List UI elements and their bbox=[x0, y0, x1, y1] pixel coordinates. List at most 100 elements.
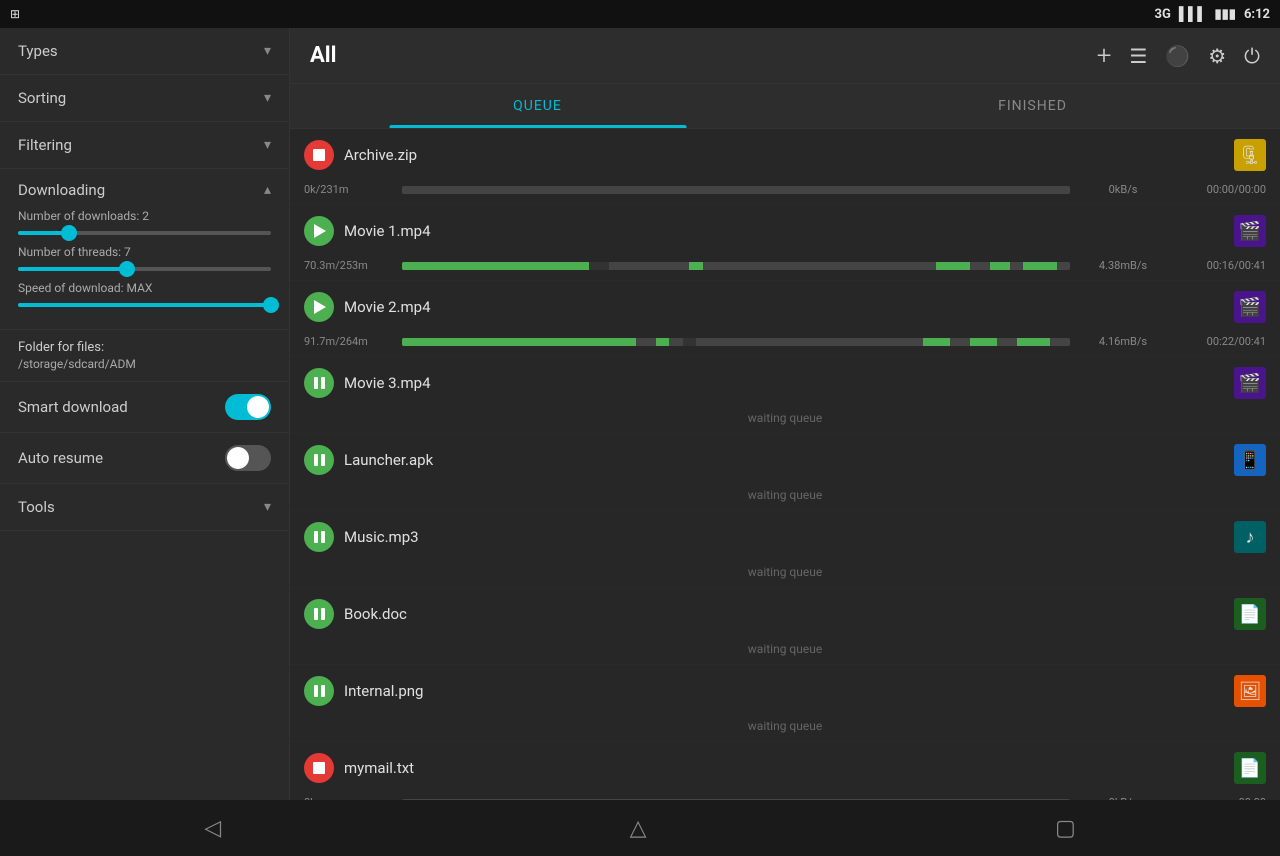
sidebar-item-sorting[interactable]: Sorting ▾ bbox=[0, 75, 289, 122]
pause-bar bbox=[321, 377, 325, 389]
download-list: Archive.zip 🗜 0k/231m 0kB/s 00:00/00:00 … bbox=[290, 129, 1280, 800]
speed-slider[interactable] bbox=[18, 303, 271, 307]
play-button[interactable] bbox=[304, 216, 334, 246]
progress-speed: 0kB/s bbox=[1078, 796, 1168, 800]
status-bar: ⊞ 3G ▌▌▌ ▮▮▮ 6:12 bbox=[0, 0, 1280, 28]
pause-icon bbox=[314, 377, 325, 389]
num-threads-slider[interactable] bbox=[18, 267, 271, 271]
pause-bar bbox=[314, 454, 318, 466]
pause-button[interactable] bbox=[304, 522, 334, 552]
smart-download-row: Smart download bbox=[0, 382, 289, 433]
download-filename: Music.mp3 bbox=[344, 528, 1224, 546]
pause-bar bbox=[321, 608, 325, 620]
add-button[interactable]: + bbox=[1097, 41, 1112, 71]
chevron-up-icon: ▴ bbox=[264, 182, 271, 198]
sidebar-item-downloading: Downloading ▴ Number of downloads: 2 Num… bbox=[0, 169, 289, 330]
file-type-icon: 📄 bbox=[1234, 752, 1266, 784]
progress-row: 91.7m/264m 4.16mB/s 00:22/00:41 bbox=[290, 333, 1280, 356]
pause-button[interactable] bbox=[304, 368, 334, 398]
download-filename: Internal.png bbox=[344, 682, 1224, 700]
pause-icon bbox=[314, 454, 325, 466]
pause-bar bbox=[314, 608, 318, 620]
download-header: Music.mp3 ♪ bbox=[290, 511, 1280, 563]
power-icon[interactable]: ⏻ bbox=[1244, 44, 1260, 68]
folder-path: /storage/sdcard/ADM bbox=[18, 357, 271, 371]
pause-button[interactable] bbox=[304, 676, 334, 706]
file-type-icon: ♪ bbox=[1234, 521, 1266, 553]
status-left: ⊞ bbox=[10, 7, 20, 21]
play-button[interactable] bbox=[304, 292, 334, 322]
progress-speed: 4.38mB/s bbox=[1078, 259, 1168, 272]
progress-size: 0k bbox=[304, 796, 394, 800]
play-icon bbox=[314, 300, 326, 314]
waiting-status: waiting queue bbox=[290, 563, 1280, 587]
nav-bar: ◁ △ ▢ bbox=[0, 800, 1280, 856]
progress-time: 00:00 bbox=[1176, 796, 1266, 800]
sidebar-item-tools[interactable]: Tools ▾ bbox=[0, 484, 289, 531]
num-threads-thumb[interactable] bbox=[119, 261, 135, 277]
clock: 6:12 bbox=[1244, 7, 1270, 22]
speed-thumb[interactable] bbox=[263, 297, 279, 313]
progress-time: 00:22/00:41 bbox=[1176, 335, 1266, 348]
toolbar-actions: + ☰ ⚫ ⚙ ⏻ bbox=[1097, 41, 1260, 71]
downloading-header[interactable]: Downloading ▴ bbox=[18, 181, 271, 199]
list-item: Music.mp3 ♪ waiting queue bbox=[290, 511, 1280, 588]
chevron-down-icon: ▾ bbox=[264, 43, 271, 59]
download-header: Book.doc 📄 bbox=[290, 588, 1280, 640]
tabs: QUEUE FINISHED bbox=[290, 84, 1280, 129]
file-type-icon: 🗜 bbox=[1234, 139, 1266, 171]
progress-size: 91.7m/264m bbox=[304, 335, 394, 348]
pause-icon bbox=[314, 608, 325, 620]
auto-resume-knob bbox=[227, 447, 249, 469]
waiting-status: waiting queue bbox=[290, 640, 1280, 664]
pause-button[interactable] bbox=[304, 599, 334, 629]
file-type-icon: 🎬 bbox=[1234, 215, 1266, 247]
toolbar: All + ☰ ⚫ ⚙ ⏻ bbox=[290, 28, 1280, 84]
auto-resume-toggle[interactable] bbox=[225, 445, 271, 471]
globe-icon[interactable]: ⚫ bbox=[1165, 44, 1190, 68]
download-header: Movie 1.mp4 🎬 bbox=[290, 205, 1280, 257]
home-button[interactable]: △ bbox=[630, 816, 647, 841]
smart-download-toggle[interactable] bbox=[225, 394, 271, 420]
pause-button[interactable] bbox=[304, 445, 334, 475]
num-downloads-thumb[interactable] bbox=[61, 225, 77, 241]
settings-icon[interactable]: ⚙ bbox=[1208, 44, 1226, 68]
num-downloads-label: Number of downloads: 2 bbox=[18, 209, 271, 223]
types-label: Types bbox=[18, 42, 58, 60]
download-filename: Movie 3.mp4 bbox=[344, 374, 1224, 392]
progress-row: 0k/231m 0kB/s 00:00/00:00 bbox=[290, 181, 1280, 204]
download-filename: Movie 1.mp4 bbox=[344, 222, 1224, 240]
status-right: 3G ▌▌▌ ▮▮▮ 6:12 bbox=[1155, 6, 1270, 22]
progress-time: 00:16/00:41 bbox=[1176, 259, 1266, 272]
sidebar-item-filtering[interactable]: Filtering ▾ bbox=[0, 122, 289, 169]
tab-queue[interactable]: QUEUE bbox=[290, 84, 785, 128]
file-type-icon: 🖼 bbox=[1234, 675, 1266, 707]
num-downloads-slider[interactable] bbox=[18, 231, 271, 235]
num-threads-setting: Number of threads: 7 bbox=[18, 245, 271, 271]
smart-download-label: Smart download bbox=[18, 398, 128, 416]
download-filename: Book.doc bbox=[344, 605, 1224, 623]
pause-icon bbox=[314, 685, 325, 697]
tools-label: Tools bbox=[18, 498, 55, 516]
progress-time: 00:00/00:00 bbox=[1176, 183, 1266, 196]
progress-row: 70.3m/253m 4.38mB/s 00:16/00:41 bbox=[290, 257, 1280, 280]
sidebar-item-types[interactable]: Types ▾ bbox=[0, 28, 289, 75]
list-item: Movie 1.mp4 🎬 70.3m/253m 4.38mB/s 00:16/… bbox=[290, 205, 1280, 281]
file-type-icon: 🎬 bbox=[1234, 367, 1266, 399]
filtering-label: Filtering bbox=[18, 136, 72, 154]
file-type-icon: 🎬 bbox=[1234, 291, 1266, 323]
app-icon: ⊞ bbox=[10, 7, 20, 21]
stop-button[interactable] bbox=[304, 753, 334, 783]
tab-finished[interactable]: FINISHED bbox=[785, 84, 1280, 128]
num-threads-fill bbox=[18, 267, 127, 271]
chevron-down-icon: ▾ bbox=[264, 90, 271, 106]
list-icon[interactable]: ☰ bbox=[1129, 44, 1147, 68]
num-downloads-setting: Number of downloads: 2 bbox=[18, 209, 271, 235]
speed-label: Speed of download: MAX bbox=[18, 281, 271, 295]
recents-button[interactable]: ▢ bbox=[1055, 816, 1076, 841]
download-filename: mymail.txt bbox=[344, 759, 1224, 777]
waiting-status: waiting queue bbox=[290, 409, 1280, 433]
stop-button[interactable] bbox=[304, 140, 334, 170]
download-header: mymail.txt 📄 bbox=[290, 742, 1280, 794]
back-button[interactable]: ◁ bbox=[204, 816, 221, 841]
